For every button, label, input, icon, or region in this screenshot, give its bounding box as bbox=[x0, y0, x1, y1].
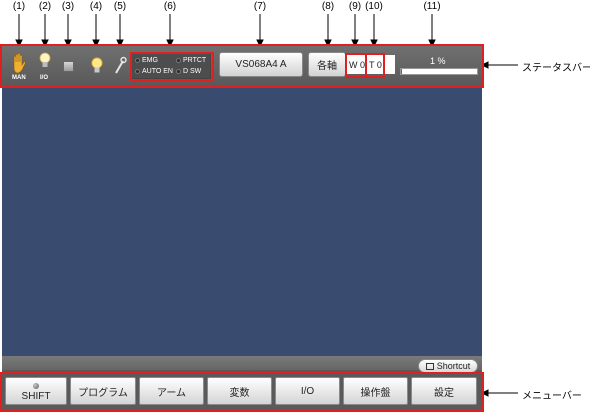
callout-5: (5) bbox=[113, 1, 127, 12]
callout-9: (9) bbox=[348, 1, 362, 12]
callout-2: (2) bbox=[38, 1, 52, 12]
callout-7: (7) bbox=[253, 1, 267, 12]
callout-8: (8) bbox=[321, 1, 335, 12]
status-bar-label: ステータスバー bbox=[522, 63, 590, 74]
callout-1: (1) bbox=[12, 1, 26, 12]
callout-3: (3) bbox=[61, 1, 75, 12]
shortcut-button[interactable]: Shortcut bbox=[418, 359, 478, 373]
shortcut-icon bbox=[425, 362, 434, 370]
bottom-strip bbox=[2, 356, 482, 370]
menu-bar-highlight bbox=[0, 372, 484, 412]
indicator-highlight bbox=[130, 52, 214, 82]
tool-highlight bbox=[365, 53, 385, 78]
shortcut-label: Shortcut bbox=[436, 361, 471, 371]
status-bar-highlight bbox=[0, 44, 484, 88]
callout-6: (6) bbox=[163, 1, 177, 12]
callout-10: (10) bbox=[365, 1, 383, 12]
callout-4: (4) bbox=[89, 1, 103, 12]
teach-pendant-panel: MAN I/O EMG PRTCT AUTO EN D SW VS068A4 A… bbox=[2, 46, 482, 410]
work-highlight bbox=[345, 53, 367, 78]
main-area bbox=[2, 86, 482, 356]
menu-bar-label: メニューバー bbox=[522, 391, 582, 402]
callout-11: (11) bbox=[423, 1, 441, 12]
